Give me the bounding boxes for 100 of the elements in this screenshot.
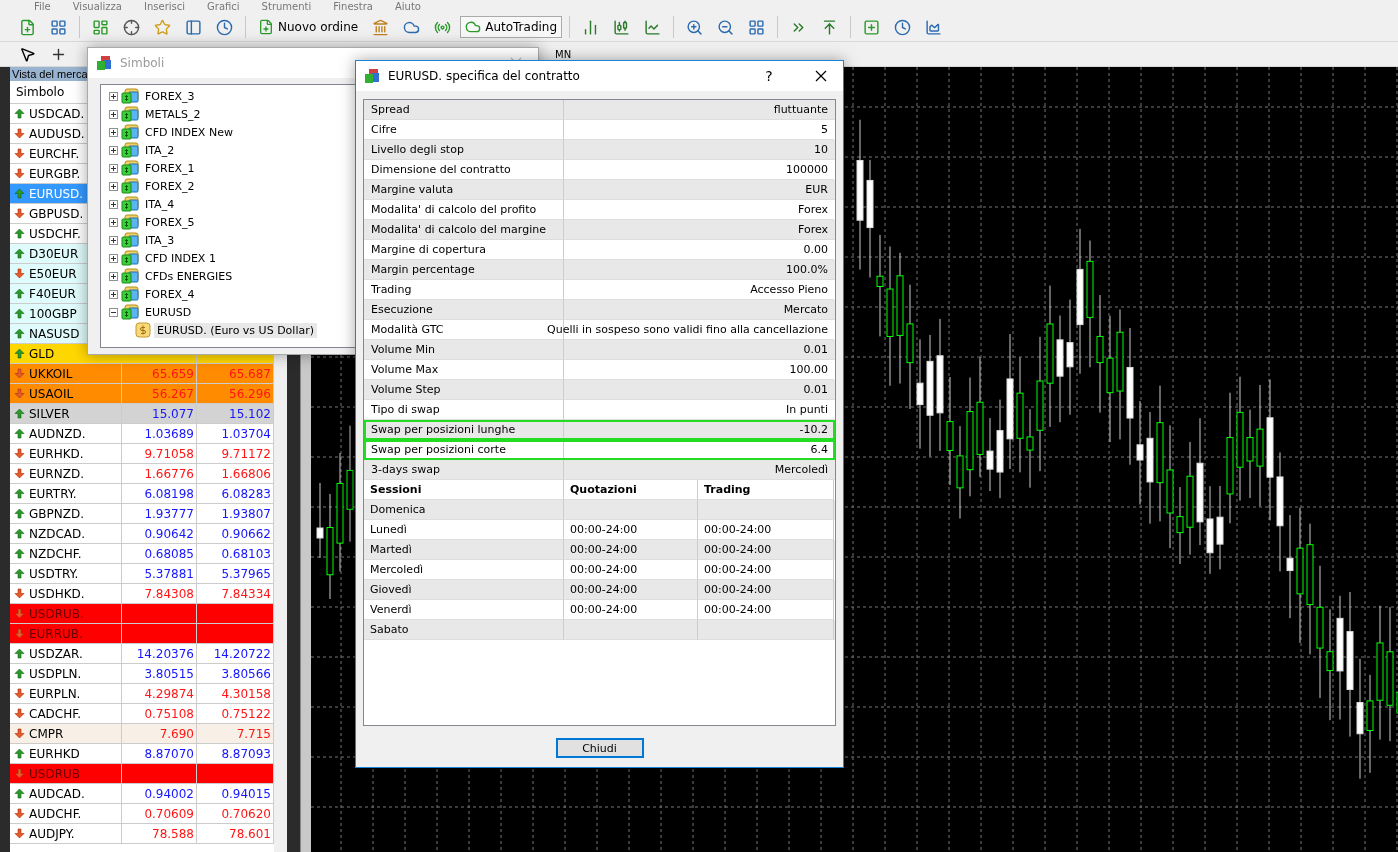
tree-item[interactable]: CFD INDEX New xyxy=(142,124,236,140)
expand-icon[interactable] xyxy=(109,181,118,191)
menu-item[interactable]: Finestra xyxy=(333,0,373,13)
spec-value: 10 xyxy=(814,143,828,156)
quote-row[interactable]: USDZAR. 14.20376 14.20722 xyxy=(10,644,274,664)
symbol-name: EURCHF. xyxy=(29,146,80,161)
tree-item[interactable]: EURUSD xyxy=(142,304,195,320)
symbol-name: EURUSD. xyxy=(29,186,84,201)
expand-icon[interactable] xyxy=(109,253,118,263)
spec-label: Modalità GTC xyxy=(371,323,444,336)
quote-row[interactable]: EURPLN. 4.29874 4.30158 xyxy=(10,684,274,704)
ask-price: 7.84334 xyxy=(221,586,271,601)
symbol-name: D30EUR xyxy=(29,246,79,261)
bid-price: 1.03689 xyxy=(144,426,194,441)
symbol-name: AUDNZD. xyxy=(29,426,86,441)
tree-item[interactable]: FOREX_4 xyxy=(142,286,198,302)
menu-item[interactable]: Inserisci xyxy=(144,0,186,13)
tree-item[interactable]: ITA_2 xyxy=(142,142,178,158)
autotrading-button[interactable]: AutoTrading xyxy=(460,16,563,38)
menu-item[interactable]: Grafici xyxy=(207,0,240,13)
expand-icon[interactable] xyxy=(109,217,118,227)
bid-price: 7.84308 xyxy=(144,586,194,601)
spec-value: Accesso Pieno xyxy=(750,283,828,296)
symbol-name: USDPLN. xyxy=(29,666,82,681)
tree-item[interactable]: CFDs ENERGIES xyxy=(142,268,236,284)
spec-label: Livello degli stop xyxy=(371,143,464,156)
spec-value: 0.01 xyxy=(803,343,828,356)
spec-value: In punti xyxy=(786,403,828,416)
tree-item[interactable]: FOREX_5 xyxy=(142,214,198,230)
menu-item[interactable]: File xyxy=(34,0,51,13)
tree-item[interactable]: EURUSD. (Euro vs US Dollar) xyxy=(154,322,317,338)
symbol-name: GBPNZD. xyxy=(29,506,85,521)
tree-item[interactable]: CFD INDEX 1 xyxy=(142,250,219,266)
spec-label: Margine valuta xyxy=(371,183,454,196)
quote-row[interactable]: USDTRY. 5.37881 5.37965 xyxy=(10,564,274,584)
quote-row[interactable]: CMPR 7.690 7.715 xyxy=(10,724,274,744)
quote-row[interactable]: GBPNZD. 1.93777 1.93807 xyxy=(10,504,274,524)
tree-item[interactable]: ITA_3 xyxy=(142,232,178,248)
spec-value: 6.4 xyxy=(810,443,828,456)
tree-item[interactable]: ITA_4 xyxy=(142,196,178,212)
close-button[interactable]: Chiudi xyxy=(555,738,644,758)
expand-icon[interactable] xyxy=(109,163,118,173)
new-order-button[interactable]: Nuovo ordine xyxy=(253,16,364,38)
quote-row[interactable]: EURHKD. 9.71058 9.71172 xyxy=(10,444,274,464)
spec-value: Mercoledì xyxy=(774,463,828,476)
folder-icon xyxy=(121,196,139,212)
quote-hours: 00:00-24:00 xyxy=(570,583,638,596)
quote-row[interactable]: USDHKD. 7.84308 7.84334 xyxy=(10,584,274,604)
quote-row[interactable]: NZDCHF. 0.68085 0.68103 xyxy=(10,544,274,564)
spec-label: Volume Min xyxy=(371,343,435,356)
quote-row[interactable]: UKKOIL 65.659 65.687 xyxy=(10,364,274,384)
quote-row[interactable]: AUDCHF. 0.70609 0.70620 xyxy=(10,804,274,824)
tree-item[interactable]: FOREX_2 xyxy=(142,178,198,194)
expand-icon[interactable] xyxy=(109,271,118,281)
quote-row[interactable]: AUDJPY. 78.588 78.601 xyxy=(10,824,274,844)
bid-price: 0.68085 xyxy=(144,546,194,561)
menu-item[interactable]: Strumenti xyxy=(261,0,312,13)
symbol-name: CADCHF. xyxy=(29,706,82,721)
tree-item[interactable]: FOREX_3 xyxy=(142,88,198,104)
help-button[interactable]: ? xyxy=(747,62,791,90)
symbol-name: 100GBP xyxy=(29,306,77,321)
ask-price: 14.20722 xyxy=(213,646,271,661)
symbol-name: USDRUB xyxy=(29,766,80,781)
quote-row[interactable]: USDPLN. 3.80515 3.80566 xyxy=(10,664,274,684)
expand-icon[interactable] xyxy=(109,91,118,101)
folder-icon xyxy=(121,160,139,176)
collapse-icon[interactable] xyxy=(109,307,118,317)
bid-price: 56.267 xyxy=(152,386,194,401)
menu-item[interactable]: Aiuto xyxy=(394,0,421,13)
quote-row[interactable]: AUDNZD. 1.03689 1.03704 xyxy=(10,424,274,444)
ask-price: 0.94015 xyxy=(221,786,271,801)
expand-icon[interactable] xyxy=(109,235,118,245)
ask-price: 0.68103 xyxy=(221,546,271,561)
quote-row[interactable]: NZDCAD. 0.90642 0.90662 xyxy=(10,524,274,544)
quote-row[interactable]: EURNZD. 1.66776 1.66806 xyxy=(10,464,274,484)
symbol-name: AUDUSD. xyxy=(29,126,85,141)
quote-row[interactable]: EURTRY. 6.08198 6.08283 xyxy=(10,484,274,504)
trading-hours: 00:00-24:00 xyxy=(704,523,772,536)
quote-row[interactable]: SILVER 15.077 15.102 xyxy=(10,404,274,424)
folder-icon xyxy=(121,214,139,230)
expand-icon[interactable] xyxy=(109,289,118,299)
quote-hours: 00:00-24:00 xyxy=(570,563,638,576)
menu-item[interactable]: Visualizza xyxy=(72,0,122,13)
expand-icon[interactable] xyxy=(109,145,118,155)
new-file-icon xyxy=(258,19,274,35)
tree-item[interactable]: FOREX_1 xyxy=(142,160,198,176)
expand-icon[interactable] xyxy=(109,127,118,137)
quote-row[interactable]: CADCHF. 0.75108 0.75122 xyxy=(10,704,274,724)
day-name: Mercoledì xyxy=(370,563,424,576)
quote-row[interactable]: AUDCAD. 0.94002 0.94015 xyxy=(10,784,274,804)
expand-icon[interactable] xyxy=(109,109,118,119)
ask-price: 4.30158 xyxy=(221,686,271,701)
quote-row[interactable]: USAOIL 56.267 56.296 xyxy=(10,384,274,404)
spec-value: 5 xyxy=(821,123,828,136)
spec-label: Volume Step xyxy=(371,383,441,396)
symbol-name: NASUSD xyxy=(29,326,80,341)
tree-item[interactable]: METALS_2 xyxy=(142,106,204,122)
expand-icon[interactable] xyxy=(109,199,118,209)
period-button[interactable]: MN xyxy=(550,43,577,65)
quote-row[interactable]: EURHKD 8.87070 8.87093 xyxy=(10,744,274,764)
